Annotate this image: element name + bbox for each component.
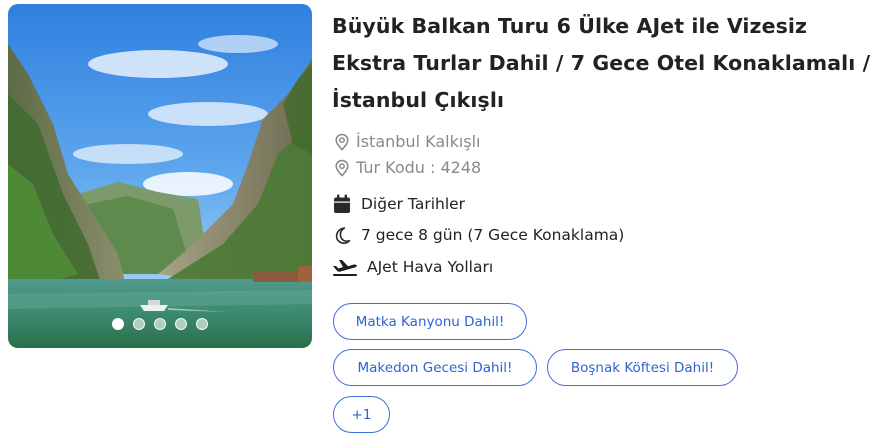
carousel-dot[interactable] — [175, 318, 187, 330]
tour-card: Büyük Balkan Turu 6 Ülke AJet ile Vizesi… — [0, 0, 880, 440]
duration-text: 7 gece 8 gün (7 Gece Konaklama) — [361, 226, 625, 244]
tour-title[interactable]: Büyük Balkan Turu 6 Ülke AJet ile Vizesi… — [332, 8, 880, 119]
location-pin-icon — [334, 133, 350, 151]
carousel-dot[interactable] — [154, 318, 166, 330]
tour-image-carousel[interactable] — [8, 4, 312, 348]
tour-info: Büyük Balkan Turu 6 Ülke AJet ile Vizesi… — [332, 0, 880, 440]
other-dates-row[interactable]: Diğer Tarihler — [332, 194, 465, 214]
other-dates-text: Diğer Tarihler — [361, 195, 466, 213]
airplane-icon — [332, 257, 358, 277]
carousel-indicators — [8, 318, 312, 330]
calendar-icon — [332, 194, 352, 214]
departure-text: İstanbul Kalkışlı — [356, 132, 481, 151]
moon-icon — [332, 225, 352, 245]
departure-row: İstanbul Kalkışlı — [334, 132, 481, 151]
carousel-dot[interactable] — [112, 318, 124, 330]
more-tags-button[interactable]: +1 — [333, 396, 390, 433]
tour-code-text: Tur Kodu : 4248 — [356, 158, 482, 177]
canyon-landscape-image — [8, 4, 312, 348]
tag-macedonian-night[interactable]: Makedon Gecesi Dahil! — [333, 349, 537, 386]
tag-bosnian-kofte[interactable]: Boşnak Köftesi Dahil! — [547, 349, 738, 386]
airline-text: AJet Hava Yolları — [367, 258, 494, 276]
carousel-dot[interactable] — [133, 318, 145, 330]
carousel-dot[interactable] — [196, 318, 208, 330]
tag-matka-canyon[interactable]: Matka Kanyonu Dahil! — [333, 303, 527, 340]
duration-row: 7 gece 8 gün (7 Gece Konaklama) — [332, 225, 624, 245]
airline-row: AJet Hava Yolları — [332, 257, 493, 277]
tour-code-row: Tur Kodu : 4248 — [334, 158, 481, 177]
location-pin-icon — [334, 159, 350, 177]
